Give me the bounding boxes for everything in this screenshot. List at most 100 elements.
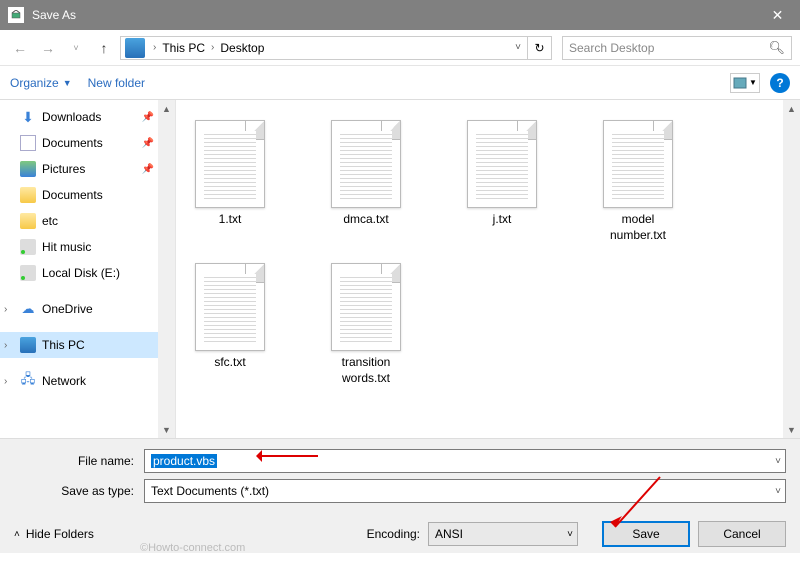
pin-icon: 📌: [142, 164, 154, 175]
file-item[interactable]: sfc.txt: [186, 263, 274, 386]
search-icon: 🔍︎: [768, 40, 785, 56]
folder-icon: [20, 187, 36, 203]
breadcrumb-seg-desktop[interactable]: Desktop: [218, 41, 266, 55]
chevron-down-icon[interactable]: ˅: [775, 456, 781, 467]
search-placeholder: Search Desktop: [569, 41, 654, 55]
organize-menu[interactable]: Organize ▼: [10, 76, 72, 90]
sidebar-item-documents[interactable]: Documents: [0, 182, 158, 208]
pictures-icon: [20, 161, 36, 177]
toolbar: Organize ▼ New folder ▼ ?: [0, 66, 800, 100]
nav-row: ← → ˅ ↑ › This PC › Desktop ˅ ↻ Search D…: [0, 30, 800, 66]
file-label: model number.txt: [594, 212, 682, 243]
pin-icon: 📌: [142, 112, 154, 123]
chevron-right-icon: ›: [207, 42, 218, 53]
sidebar-item-label: Network: [42, 374, 86, 388]
file-item[interactable]: model number.txt: [594, 120, 682, 243]
sidebar-item-label: Documents: [42, 136, 103, 150]
filegrid-scrollbar[interactable]: ▲ ▼: [783, 100, 800, 438]
sidebar-item-label: OneDrive: [42, 302, 93, 316]
refresh-button[interactable]: ↻: [527, 36, 551, 60]
file-grid[interactable]: 1.txt dmca.txt j.txt model number.txt sfc.tx…: [176, 100, 800, 438]
search-input[interactable]: Search Desktop 🔍︎: [562, 36, 792, 60]
chevron-right-icon[interactable]: ›: [4, 376, 7, 387]
titlebar: Save As ✕: [0, 0, 800, 30]
sidebar-item-label: Documents: [42, 188, 103, 202]
file-item[interactable]: 1.txt: [186, 120, 274, 243]
breadcrumb-dropdown[interactable]: ˅: [509, 42, 527, 53]
chevron-right-icon[interactable]: ›: [4, 304, 7, 315]
text-file-icon: [331, 263, 401, 351]
sidebar-item-hit-music[interactable]: Hit music: [0, 234, 158, 260]
pc-icon: [20, 337, 36, 353]
encoding-select[interactable]: ANSI ˅: [428, 522, 578, 546]
back-button[interactable]: ←: [8, 36, 32, 60]
bottom-panel: File name: product.vbs ˅ Save as type: T…: [0, 438, 800, 553]
save-button[interactable]: Save: [602, 521, 690, 547]
filename-label: File name:: [14, 454, 144, 468]
document-icon: [20, 135, 36, 151]
sidebar-scrollbar[interactable]: ▲ ▼: [158, 100, 175, 438]
app-icon: [8, 7, 24, 23]
up-button[interactable]: ↑: [92, 36, 116, 60]
file-item[interactable]: dmca.txt: [322, 120, 410, 243]
chevron-down-icon[interactable]: ˅: [775, 486, 781, 497]
forward-button[interactable]: →: [36, 36, 60, 60]
scroll-down-icon[interactable]: ▼: [158, 421, 175, 438]
file-item[interactable]: j.txt: [458, 120, 546, 243]
savetype-label: Save as type:: [14, 484, 144, 498]
chevron-down-icon: ▼: [63, 78, 72, 88]
folder-icon: [20, 213, 36, 229]
breadcrumb-seg-thispc[interactable]: This PC: [160, 41, 207, 55]
file-item[interactable]: transition words.txt: [322, 263, 410, 386]
sidebar-item-network[interactable]: ›🖧Network: [0, 368, 158, 394]
cloud-icon: ☁: [20, 301, 36, 317]
file-label: transition words.txt: [322, 355, 410, 386]
close-button[interactable]: ✕: [755, 0, 800, 30]
chevron-down-icon[interactable]: ˅: [567, 529, 573, 540]
sidebar-item-onedrive[interactable]: › ☁ OneDrive: [0, 296, 158, 322]
sidebar-item-etc[interactable]: etc: [0, 208, 158, 234]
encoding-label: Encoding:: [367, 527, 420, 541]
file-label: 1.txt: [186, 212, 274, 228]
sidebar: ⬇Downloads📌 Documents 📌 Pictures 📌 Documents e…: [0, 100, 176, 438]
sidebar-item-documents[interactable]: Documents 📌: [0, 130, 158, 156]
pin-icon: 📌: [142, 138, 154, 149]
download-icon: ⬇: [20, 109, 36, 125]
scroll-up-icon[interactable]: ▲: [158, 100, 175, 117]
chevron-right-icon: ›: [149, 42, 160, 53]
file-label: dmca.txt: [322, 212, 410, 228]
window-title: Save As: [32, 8, 76, 22]
file-label: j.txt: [458, 212, 546, 228]
encoding-value: ANSI: [435, 527, 463, 541]
sidebar-item-this-pc[interactable]: › This PC: [0, 332, 158, 358]
text-file-icon: [331, 120, 401, 208]
filename-input[interactable]: product.vbs ˅: [144, 449, 786, 473]
file-label: sfc.txt: [186, 355, 274, 371]
scroll-down-icon[interactable]: ▼: [783, 421, 800, 438]
hide-folders-button[interactable]: ˄ Hide Folders: [14, 527, 94, 541]
savetype-value: Text Documents (*.txt): [151, 484, 269, 498]
sidebar-item-label: Pictures: [42, 162, 85, 176]
disk-icon: [20, 239, 36, 255]
text-file-icon: [195, 263, 265, 351]
sidebar-item-label: etc: [42, 214, 58, 228]
sidebar-item-pictures[interactable]: Pictures 📌: [0, 156, 158, 182]
sidebar-item-label: Hit music: [42, 240, 91, 254]
savetype-select[interactable]: Text Documents (*.txt) ˅: [144, 479, 786, 503]
help-button[interactable]: ?: [770, 73, 790, 93]
disk-icon: [20, 265, 36, 281]
breadcrumb[interactable]: › This PC › Desktop ˅ ↻: [120, 36, 552, 60]
view-button[interactable]: ▼: [730, 73, 760, 93]
chevron-right-icon[interactable]: ›: [4, 340, 7, 351]
sidebar-item-local-disk-e-[interactable]: Local Disk (E:): [0, 260, 158, 286]
sidebar-item-label: This PC: [42, 338, 85, 352]
text-file-icon: [603, 120, 673, 208]
filename-value: product.vbs: [151, 454, 217, 468]
scroll-up-icon[interactable]: ▲: [783, 100, 800, 117]
text-file-icon: [195, 120, 265, 208]
sidebar-item-label: Local Disk (E:): [42, 266, 120, 280]
history-dropdown[interactable]: ˅: [64, 36, 88, 60]
sidebar-item-downloads[interactable]: ⬇Downloads📌: [0, 104, 158, 130]
new-folder-button[interactable]: New folder: [88, 76, 145, 90]
cancel-button[interactable]: Cancel: [698, 521, 786, 547]
